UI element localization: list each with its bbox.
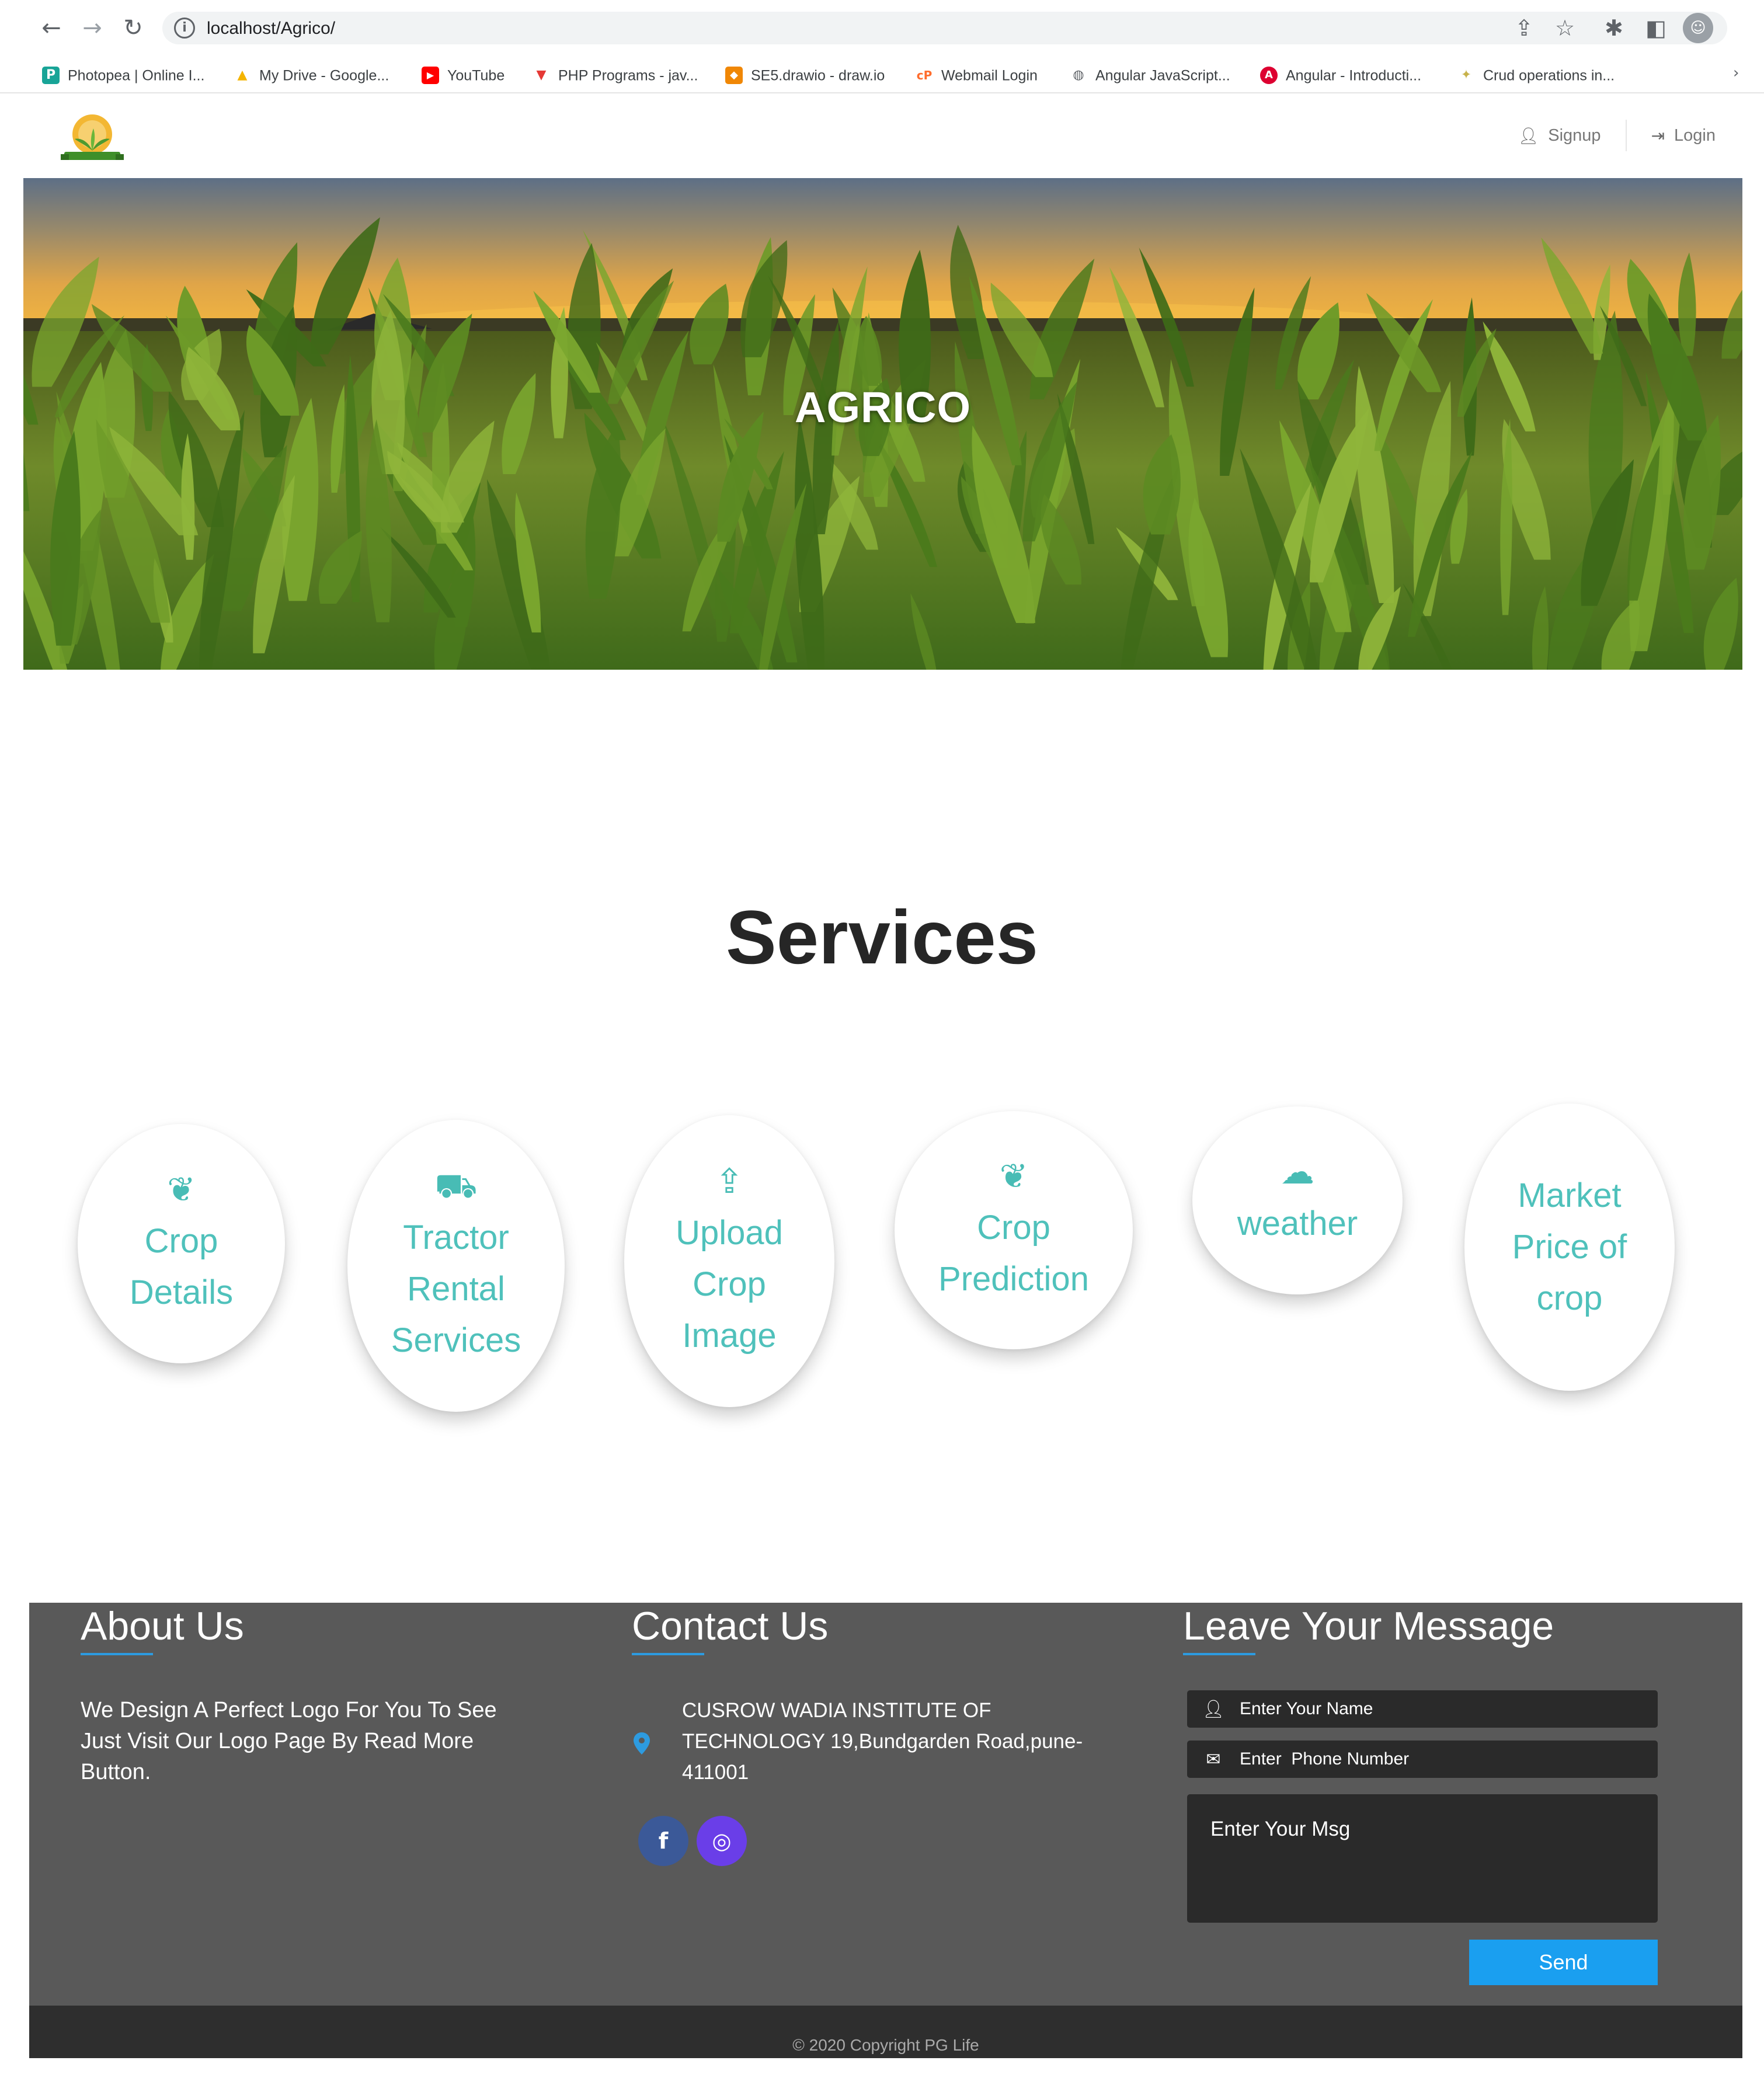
cpanel-icon: cP xyxy=(916,68,933,83)
side-panel-icon[interactable]: ◧ xyxy=(1640,12,1672,44)
services-heading: Services xyxy=(726,894,1038,980)
photopea-icon: P xyxy=(42,67,60,85)
bookmark-webmail-login[interactable]: cP Webmail Login xyxy=(916,64,1038,85)
service-label: Market Price of crop xyxy=(1512,1176,1627,1317)
bookmark-google-drive[interactable]: ▲ My Drive - Google... xyxy=(234,64,389,85)
service-upload-crop-image[interactable]: ⇪ Upload Crop Image xyxy=(624,1115,834,1407)
youtube-icon: ▶ xyxy=(422,67,439,85)
google-drive-icon: ▲ xyxy=(237,68,248,83)
globe-icon: ◍ xyxy=(1073,68,1084,83)
address-bar[interactable]: i localhost/Agrico/ xyxy=(162,12,1727,44)
service-label: Tractor Rental Services xyxy=(391,1219,521,1359)
phone-field[interactable]: ✉ xyxy=(1187,1741,1658,1778)
title-underline xyxy=(632,1653,704,1655)
address-url[interactable]: localhost/Agrico/ xyxy=(207,19,335,39)
bookmark-php-programs[interactable]: ▼ PHP Programs - jav... xyxy=(533,64,698,85)
more-bookmarks-icon[interactable]: › xyxy=(1733,64,1739,82)
footer: About Us We Design A Perfect Logo For Yo… xyxy=(29,1603,1742,2006)
contact-section: Contact Us xyxy=(632,1603,828,1655)
bulb-icon: ✦ xyxy=(1460,68,1472,83)
title-underline xyxy=(81,1653,153,1655)
service-label: Crop Prediction xyxy=(938,1209,1089,1298)
signup-label: Signup xyxy=(1548,126,1601,145)
angular-icon: A xyxy=(1260,67,1278,85)
bookmark-photopea[interactable]: P Photopea | Online I... xyxy=(42,64,204,85)
hero-title: AGRICO xyxy=(795,383,971,431)
title-underline xyxy=(1183,1653,1255,1655)
php-programs-icon: ▼ xyxy=(536,68,547,83)
bookmark-drawio[interactable]: ◆ SE5.drawio - draw.io xyxy=(725,64,885,85)
bookmark-star-icon[interactable]: ☆ xyxy=(1549,12,1581,44)
copyright-bar: © 2020 Copyright PG Life xyxy=(29,2006,1742,2058)
back-arrow-icon[interactable]: ← xyxy=(36,13,67,43)
map-pin-icon xyxy=(634,1732,650,1755)
forward-arrow-icon[interactable]: → xyxy=(77,13,107,43)
signup-link[interactable]: 👤︎ Signup xyxy=(1511,126,1608,145)
message-section: Leave Your Message xyxy=(1183,1603,1554,1655)
tractor-icon: ⛟ xyxy=(434,1166,478,1206)
name-input[interactable] xyxy=(1240,1699,1648,1719)
envelope-icon: ✉ xyxy=(1206,1749,1221,1770)
service-tractor-rental[interactable]: ⛟ Tractor Rental Services xyxy=(347,1120,565,1412)
bookmark-crud-operations[interactable]: ✦ Crud operations in... xyxy=(1457,64,1615,85)
agrico-logo[interactable] xyxy=(58,110,126,166)
about-title: About Us xyxy=(81,1604,244,1648)
reload-icon[interactable]: ↻ xyxy=(118,13,148,43)
service-market-price[interactable]: Market Price of crop xyxy=(1464,1104,1675,1391)
bookmark-angular-introduction[interactable]: A Angular - Introducti... xyxy=(1260,64,1421,85)
site-info-icon[interactable]: i xyxy=(174,18,195,39)
message-textarea[interactable] xyxy=(1187,1794,1658,1923)
bookmark-youtube[interactable]: ▶ YouTube xyxy=(422,64,505,85)
send-button[interactable]: Send xyxy=(1469,1940,1658,1985)
profile-avatar[interactable]: ☺ xyxy=(1683,13,1713,43)
upload-icon: ⇪ xyxy=(715,1161,744,1201)
facebook-icon[interactable]: f xyxy=(638,1816,688,1866)
extensions-icon[interactable]: ✱ xyxy=(1598,12,1630,44)
service-label: Crop Details xyxy=(129,1222,234,1311)
contact-title: Contact Us xyxy=(632,1604,829,1648)
sprout-icon: ❦ xyxy=(999,1156,1028,1196)
service-weather[interactable]: ☁ weather xyxy=(1192,1106,1403,1294)
browser-toolbar: ← → ↻ i localhost/Agrico/ ⇪ ☆ ✱ ◧ ☺ xyxy=(0,0,1764,56)
share-icon[interactable]: ⇪ xyxy=(1508,12,1540,44)
cloud-icon: ☁ xyxy=(1281,1152,1314,1192)
about-section: About Us xyxy=(81,1603,244,1655)
service-label: Upload Crop Image xyxy=(676,1214,783,1355)
service-label: weather xyxy=(1237,1205,1358,1242)
bookmark-angular-javascript[interactable]: ◍ Angular JavaScript... xyxy=(1070,64,1230,85)
site-header: 👤︎ Signup ⇥ Login xyxy=(23,93,1742,178)
sign-in-icon: ⇥ xyxy=(1651,126,1665,145)
bookmarks-bar: P Photopea | Online I... ▲ My Drive - Goog… xyxy=(0,56,1764,93)
contact-address: CUSROW WADIA INSTITUTE OF TECHNOLOGY 19,… xyxy=(682,1699,1083,1784)
service-crop-prediction[interactable]: ❦ Crop Prediction xyxy=(895,1111,1133,1349)
service-crop-details[interactable]: ❦ Crop Details xyxy=(78,1124,285,1363)
phone-input[interactable] xyxy=(1240,1749,1648,1769)
copyright-text: © 2020 Copyright PG Life xyxy=(792,2036,979,2054)
about-text: We Design A Perfect Logo For You To See … xyxy=(81,1698,497,1784)
message-title: Leave Your Message xyxy=(1183,1604,1554,1648)
user-icon: 👤︎ xyxy=(1518,126,1539,145)
sprout-icon: ❦ xyxy=(167,1169,196,1209)
instagram-icon[interactable]: ◎ xyxy=(697,1816,747,1866)
name-field[interactable]: 👤︎ xyxy=(1187,1690,1658,1728)
login-label: Login xyxy=(1674,126,1716,145)
user-icon: 👤︎ xyxy=(1202,1698,1225,1719)
drawio-icon: ◆ xyxy=(725,67,743,85)
header-divider xyxy=(1625,120,1627,151)
hero-banner: AGRICO xyxy=(23,178,1742,670)
login-link[interactable]: ⇥ Login xyxy=(1644,126,1723,145)
header-links: 👤︎ Signup ⇥ Login xyxy=(1511,119,1723,152)
